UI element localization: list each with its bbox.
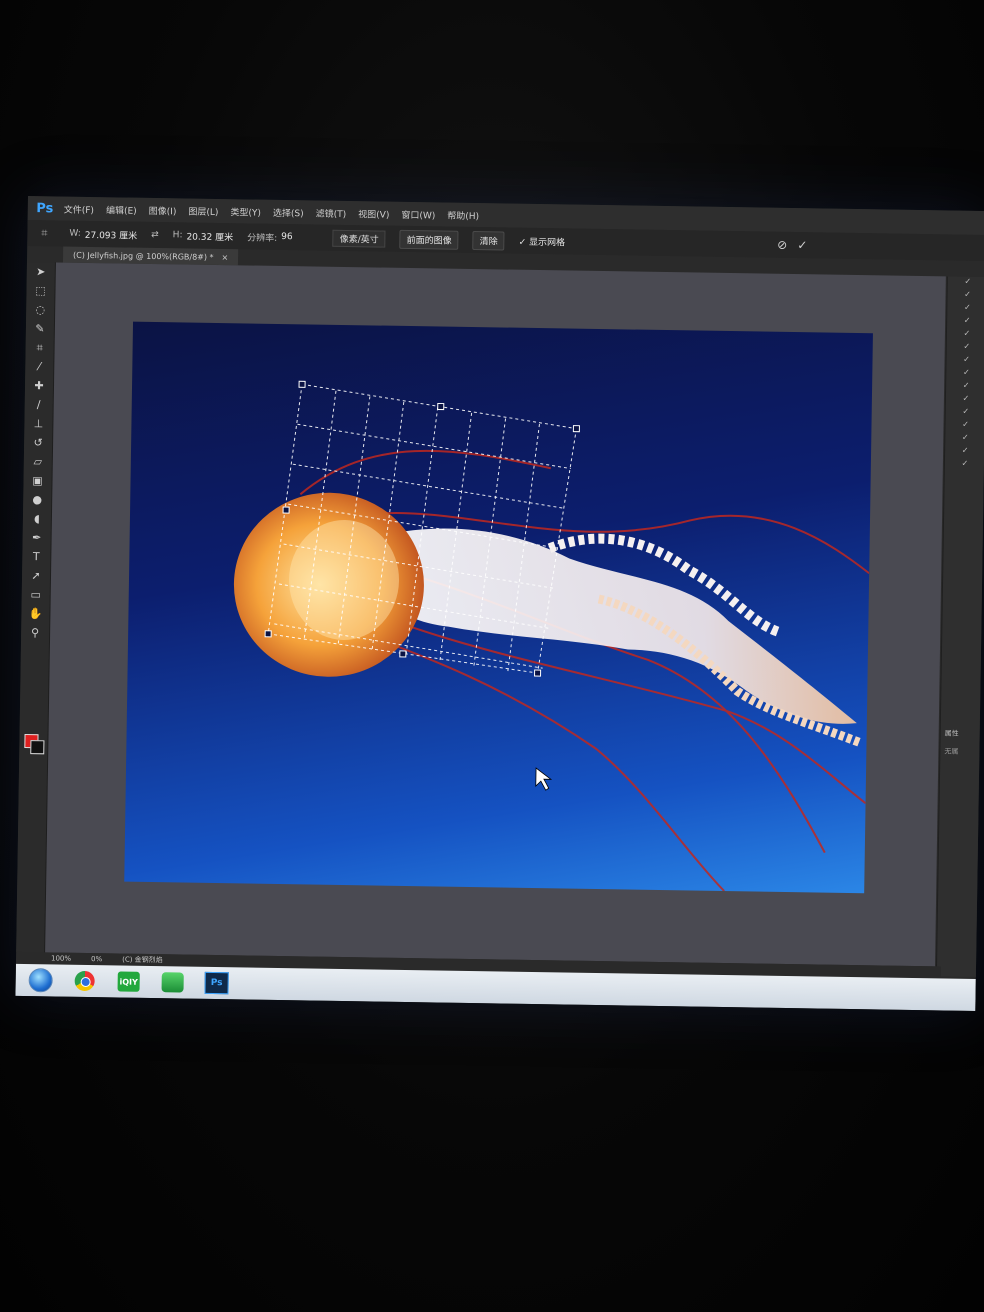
start-button[interactable] <box>21 967 59 994</box>
menu-select[interactable]: 选择(S) <box>273 205 304 218</box>
background-color-swatch[interactable] <box>30 740 45 755</box>
close-tab-icon[interactable]: × <box>222 253 229 262</box>
ps-logo: Ps <box>36 200 54 216</box>
monitor-screen: Ps 文件(F) 编辑(E) 图像(I) 图层(L) 类型(Y) 选择(S) 滤… <box>15 196 984 1011</box>
green-app-icon <box>161 972 184 993</box>
photoshop-icon: Ps <box>204 971 229 995</box>
swap-dimensions-icon[interactable]: ⇄ <box>151 230 159 240</box>
unit-select[interactable]: 像素/英寸 <box>332 229 386 248</box>
blur-tool-icon[interactable]: ● <box>23 490 51 509</box>
taskbar-green-app[interactable] <box>153 969 191 996</box>
zoom-level[interactable]: 100% <box>51 954 71 962</box>
checkmark-icon: ✓ <box>518 237 527 248</box>
menu-help[interactable]: 帮助(H) <box>447 208 479 221</box>
panel-check-icon[interactable]: ✓ <box>945 445 984 459</box>
clone-stamp-icon[interactable]: ⊥ <box>24 414 52 433</box>
type-tool-icon[interactable]: T <box>22 547 50 566</box>
taskbar-iqiyi[interactable]: iQIY <box>109 968 147 995</box>
height-field[interactable]: 20.32 厘米 <box>186 229 233 243</box>
document-info: (C) 金钢烈焰 <box>122 955 163 965</box>
panel-check-icon[interactable]: ✓ <box>946 380 984 394</box>
clear-button[interactable]: 清除 <box>472 230 505 250</box>
canvas-area[interactable] <box>45 262 946 967</box>
show-grid-checkbox[interactable]: ✓ 显示网格 <box>519 234 566 248</box>
chrome-icon <box>74 970 95 992</box>
taskbar-photoshop[interactable]: Ps <box>197 970 235 997</box>
panel-check-icon[interactable]: ✓ <box>948 276 984 290</box>
cancel-transform-icon[interactable]: ⊘ <box>777 238 787 252</box>
properties-panel-title[interactable]: 属性 <box>945 728 959 738</box>
menu-type[interactable]: 类型(Y) <box>230 205 261 218</box>
document-canvas[interactable] <box>124 321 873 894</box>
path-select-icon[interactable]: ➚ <box>22 566 50 585</box>
show-grid-label: 显示网格 <box>529 237 566 248</box>
hand-tool-icon[interactable]: ✋ <box>21 604 49 623</box>
width-field[interactable]: 27.093 厘米 <box>85 227 138 241</box>
panel-check-icon[interactable]: ✓ <box>946 393 984 407</box>
menu-view[interactable]: 视图(V) <box>358 207 389 220</box>
zoom-tool-icon[interactable]: ⚲ <box>21 623 49 642</box>
menu-filter[interactable]: 滤镜(T) <box>316 206 347 219</box>
healing-brush-icon[interactable]: ✚ <box>25 376 53 395</box>
menu-edit[interactable]: 编辑(E) <box>106 203 137 216</box>
photo-scene: Ps 文件(F) 编辑(E) 图像(I) 图层(L) 类型(Y) 选择(S) 滤… <box>0 0 984 1312</box>
menu-layer[interactable]: 图层(L) <box>188 204 218 217</box>
resolution-label: 分辨率: <box>247 232 278 244</box>
menu-file[interactable]: 文件(F) <box>64 202 94 215</box>
panel-check-icon[interactable]: ✓ <box>947 315 984 329</box>
lasso-tool-icon[interactable]: ◌ <box>26 300 54 319</box>
panel-check-icon[interactable]: ✓ <box>945 458 984 472</box>
front-image-button[interactable]: 前面的图像 <box>399 229 459 250</box>
menu-window[interactable]: 窗口(W) <box>401 207 435 221</box>
taskbar-chrome[interactable] <box>65 968 103 995</box>
panel-check-icon[interactable]: ✓ <box>947 341 984 355</box>
panel-check-icon[interactable]: ✓ <box>946 367 984 381</box>
eraser-tool-icon[interactable]: ▱ <box>24 452 52 471</box>
document-title: (C) Jellyfish.jpg @ 100%(RGB/8#) * <box>73 250 214 262</box>
height-label: H: <box>172 230 183 241</box>
gradient-tool-icon[interactable]: ▣ <box>23 471 51 490</box>
jellyfish-image <box>233 380 870 892</box>
history-brush-icon[interactable]: ↺ <box>24 433 52 452</box>
windows-logo-icon <box>28 968 53 993</box>
panel-check-icon[interactable]: ✓ <box>947 328 984 342</box>
brush-tool-icon[interactable]: ∕ <box>25 395 53 414</box>
properties-panel-value: 无属 <box>944 747 959 756</box>
zoom-field[interactable]: 0% <box>91 955 102 963</box>
crop-tool-icon[interactable]: ⌗ <box>25 338 53 357</box>
marquee-tool-icon[interactable]: ⬚ <box>26 281 54 300</box>
eyedropper-tool-icon[interactable]: ⁄ <box>25 357 53 376</box>
menu-image[interactable]: 图像(I) <box>149 203 177 216</box>
panel-check-icon[interactable]: ✓ <box>945 432 984 446</box>
crop-tool-preset-icon[interactable]: ⌗ <box>33 224 55 242</box>
panel-check-icon[interactable]: ✓ <box>946 406 984 420</box>
resolution-field[interactable]: 96 <box>281 232 293 242</box>
width-label: W: <box>69 228 81 239</box>
panel-check-icon[interactable]: ✓ <box>945 419 984 433</box>
panel-check-icon[interactable]: ✓ <box>947 302 984 316</box>
panel-check-icon[interactable]: ✓ <box>947 289 984 303</box>
commit-controls: ⊘ ✓ <box>777 238 807 252</box>
move-tool-icon[interactable]: ➤ <box>27 262 55 281</box>
quick-select-tool-icon[interactable]: ✎ <box>26 319 54 338</box>
rectangle-tool-icon[interactable]: ▭ <box>22 585 50 604</box>
iqiyi-icon: iQIY <box>117 971 140 992</box>
dodge-tool-icon[interactable]: ◖ <box>23 509 51 528</box>
panel-check-icon[interactable]: ✓ <box>946 354 984 368</box>
commit-transform-icon[interactable]: ✓ <box>797 238 807 252</box>
pen-tool-icon[interactable]: ✒ <box>22 528 50 547</box>
